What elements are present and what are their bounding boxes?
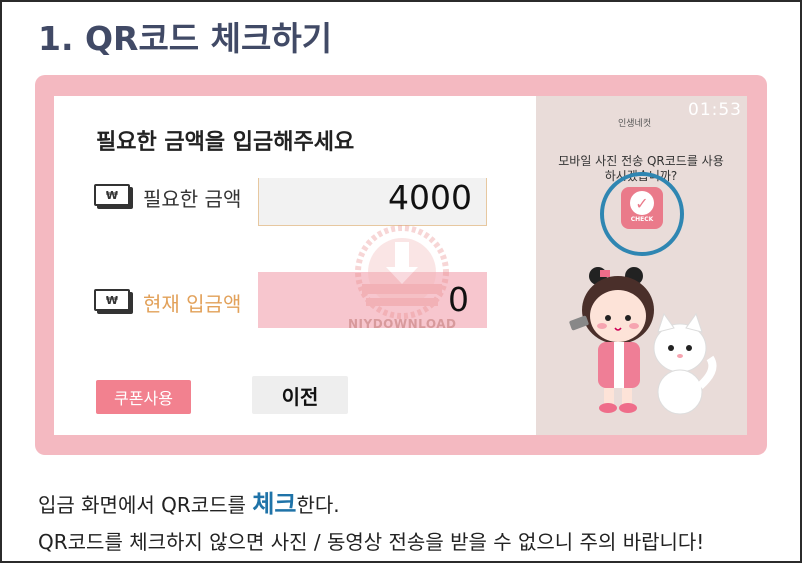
description-highlight: 체크 [252, 490, 297, 518]
previous-button[interactable]: 이전 [252, 376, 348, 414]
brand-logo: 인생네컷 [618, 119, 652, 129]
countdown-timer: 01:53 [688, 100, 742, 120]
won-bill-icon: ₩ [94, 184, 130, 206]
current-deposit-label: 현재 입금액 [143, 292, 242, 316]
page-title: 1. QR코드 체크하기 [38, 19, 333, 58]
checkmark-icon: ✓ [630, 191, 654, 215]
description-line-2: QR코드를 체크하지 않으면 사진 / 동영상 전송을 받을 수 없으니 주의 … [38, 530, 705, 554]
qr-check-button[interactable]: ✓ CHECK [621, 187, 663, 229]
required-amount-field: 4000 [258, 178, 487, 226]
mascot-illustration-icon [569, 267, 717, 415]
description-text: 입금 화면에서 QR코드를 [38, 493, 253, 517]
description-text: 한다. [296, 493, 340, 517]
use-coupon-button[interactable]: 쿠폰사용 [96, 380, 191, 414]
won-bill-icon: ₩ [94, 289, 130, 311]
required-amount-label: 필요한 금액 [143, 187, 242, 211]
description-line-1: 입금 화면에서 QR코드를 체크한다. [38, 484, 340, 519]
required-amount-value: 4000 [388, 178, 472, 217]
payment-prompt: 필요한 금액을 입금해주세요 [96, 130, 355, 155]
check-label: CHECK [630, 216, 654, 223]
watermark-text: NIYDOWNLOAD [348, 317, 457, 331]
